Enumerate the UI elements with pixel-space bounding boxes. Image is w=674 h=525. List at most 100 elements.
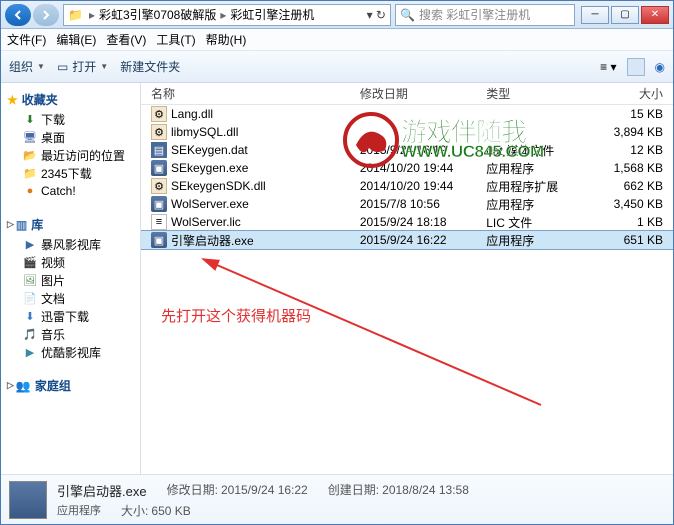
menu-edit[interactable]: 编辑(E)	[56, 31, 96, 48]
maximize-button[interactable]: ▢	[611, 6, 639, 24]
file-type: 应用程序	[482, 232, 589, 249]
file-icon: ▣	[151, 232, 167, 248]
file-row[interactable]: ▤SEKeygen.dat2015/9/24 16:19dat 媒体文件12 K…	[141, 141, 673, 159]
file-row[interactable]: ▣引擎启动器.exe2015/9/24 16:22应用程序651 KB	[141, 231, 673, 249]
sidebar-item[interactable]: 📄文档	[1, 289, 140, 307]
sidebar-item-icon: ⬇	[23, 112, 37, 126]
sidebar-item[interactable]: ⬇迅雷下载	[1, 307, 140, 325]
menu-view[interactable]: 查看(V)	[106, 31, 146, 48]
file-name: SEkeygenSDK.dll	[171, 179, 266, 193]
file-size: 12 KB	[589, 143, 667, 157]
forward-button[interactable]	[33, 4, 59, 26]
library-icon: ▥	[16, 218, 27, 232]
sidebar-item-icon: 🖥	[23, 130, 37, 144]
file-size: 662 KB	[589, 179, 667, 193]
menu-tools[interactable]: 工具(T)	[156, 31, 195, 48]
file-type: 应用程序	[482, 160, 589, 177]
file-row[interactable]: ⚙Lang.dll15 KB	[141, 105, 673, 123]
sidebar-item[interactable]: 🖼图片	[1, 271, 140, 289]
file-date: 2015/7/8 10:56	[356, 197, 482, 211]
address-dropdown-icon[interactable]: ▾ ↻	[367, 8, 386, 22]
newfolder-button[interactable]: 新建文件夹	[120, 58, 180, 75]
file-list: ⚙Lang.dll15 KB⚙libmySQL.dll3,894 KB▤SEKe…	[141, 105, 673, 474]
sidebar-item-icon: 📂	[23, 148, 37, 162]
open-button[interactable]: ▭打开▼	[57, 58, 108, 75]
file-icon: ≡	[151, 214, 167, 230]
open-icon: ▭	[57, 60, 68, 74]
sidebar-item-label: 桌面	[41, 129, 65, 146]
sidebar-item[interactable]: ▶优酷影视库	[1, 343, 140, 361]
close-button[interactable]: ✕	[641, 6, 669, 24]
file-icon: ▤	[151, 142, 167, 158]
file-icon: ⚙	[151, 178, 167, 194]
sidebar-item[interactable]: 📁2345下载	[1, 164, 140, 182]
file-date: 2015/9/24 18:18	[356, 215, 482, 229]
col-name[interactable]: 名称	[147, 85, 356, 102]
col-size[interactable]: 大小	[589, 85, 667, 102]
details-type: 应用程序	[57, 502, 101, 519]
menu-help[interactable]: 帮助(H)	[206, 31, 247, 48]
view-options-icon[interactable]: ≡ ▾	[600, 60, 616, 74]
preview-pane-icon[interactable]	[627, 58, 645, 76]
annotation-text: 先打开这个获得机器码	[161, 305, 311, 326]
sidebar-item-icon: 🖼	[23, 273, 37, 287]
col-date[interactable]: 修改日期	[356, 85, 482, 102]
sidebar-item-label: 视频	[41, 254, 65, 271]
sidebar-item[interactable]: 🎬 视频	[1, 253, 140, 271]
back-button[interactable]	[5, 4, 31, 26]
file-row[interactable]: ▣SEkeygen.exe2014/10/20 19:44应用程序1,568 K…	[141, 159, 673, 177]
help-icon[interactable]: ◉	[655, 60, 665, 74]
sidebar-item[interactable]: 🖥 桌面	[1, 128, 140, 146]
column-headers: 名称 修改日期 类型 大小	[141, 83, 673, 105]
col-type[interactable]: 类型	[482, 85, 589, 102]
file-icon: ⚙	[151, 124, 167, 140]
file-date: 2015/9/24 16:19	[356, 143, 482, 157]
sidebar-libraries-header[interactable]: ▷▥库	[1, 214, 140, 235]
sidebar: ★收藏夹 ⬇下载🖥桌面📂最近访问的位置📁2345下载●Catch! ▷▥库 ▶暴…	[1, 83, 141, 474]
sidebar-item-icon: ▶	[23, 345, 37, 359]
menu-file[interactable]: 文件(F)	[7, 31, 46, 48]
file-row[interactable]: ⚙SEkeygenSDK.dll2014/10/20 19:44应用程序扩展66…	[141, 177, 673, 195]
sidebar-item[interactable]: 🎵音乐	[1, 325, 140, 343]
file-name: libmySQL.dll	[171, 125, 238, 139]
sidebar-item[interactable]: ▶暴风影视库	[1, 235, 140, 253]
file-size: 3,894 KB	[589, 125, 667, 139]
star-icon: ★	[7, 93, 18, 107]
sidebar-item[interactable]: ⬇ 下载	[1, 110, 140, 128]
sidebar-homegroup-header[interactable]: ▷👥家庭组	[1, 375, 140, 396]
file-row[interactable]: ≡WolServer.lic2015/9/24 18:18LIC 文件1 KB	[141, 213, 673, 231]
sidebar-favorites-header[interactable]: ★收藏夹	[1, 89, 140, 110]
breadcrumb-item[interactable]: 彩虹3引擎0708破解版	[97, 6, 218, 23]
sidebar-item-label: 暴风影视库	[41, 236, 101, 253]
homegroup-icon: 👥	[16, 379, 31, 393]
minimize-button[interactable]: ─	[581, 6, 609, 24]
search-icon: 🔍	[400, 8, 415, 22]
address-bar[interactable]: 📁 ▸ 彩虹3引擎0708破解版 ▸ 彩虹引擎注册机 ▾ ↻	[63, 4, 391, 26]
toolbar: 组织▼ ▭打开▼ 新建文件夹 ≡ ▾ ◉	[1, 51, 673, 83]
search-input[interactable]: 🔍 搜索 彩虹引擎注册机	[395, 4, 575, 26]
file-name: WolServer.exe	[171, 197, 249, 211]
file-name: 引擎启动器.exe	[171, 232, 254, 249]
titlebar: 📁 ▸ 彩虹3引擎0708破解版 ▸ 彩虹引擎注册机 ▾ ↻ 🔍 搜索 彩虹引擎…	[1, 1, 673, 29]
sidebar-item[interactable]: ●Catch!	[1, 182, 140, 200]
file-type: 应用程序	[482, 196, 589, 213]
folder-icon: 📁	[68, 8, 83, 22]
sidebar-item-label: 音乐	[41, 326, 65, 343]
file-type: dat 媒体文件	[482, 142, 589, 159]
sidebar-item[interactable]: 📂 最近访问的位置	[1, 146, 140, 164]
file-icon: ▣	[151, 196, 167, 212]
file-size: 1,568 KB	[589, 161, 667, 175]
sidebar-item-label: 下载	[41, 111, 65, 128]
file-row[interactable]: ▣WolServer.exe2015/7/8 10:56应用程序3,450 KB	[141, 195, 673, 213]
explorer-window: 📁 ▸ 彩虹3引擎0708破解版 ▸ 彩虹引擎注册机 ▾ ↻ 🔍 搜索 彩虹引擎…	[0, 0, 674, 525]
file-name: Lang.dll	[171, 107, 213, 121]
sidebar-item-label: 最近访问的位置	[41, 147, 125, 164]
details-filename: 引擎启动器.exe	[57, 481, 147, 500]
file-type: 应用程序扩展	[482, 178, 589, 195]
file-date: 2015/9/24 16:22	[356, 233, 482, 247]
sidebar-item-icon: 🎬	[23, 255, 37, 269]
organize-button[interactable]: 组织▼	[9, 58, 45, 75]
sidebar-item-icon: ●	[23, 184, 37, 198]
breadcrumb-item[interactable]: 彩虹引擎注册机	[228, 6, 316, 23]
file-row[interactable]: ⚙ libmySQL.dll 3,894 KB	[141, 123, 673, 141]
